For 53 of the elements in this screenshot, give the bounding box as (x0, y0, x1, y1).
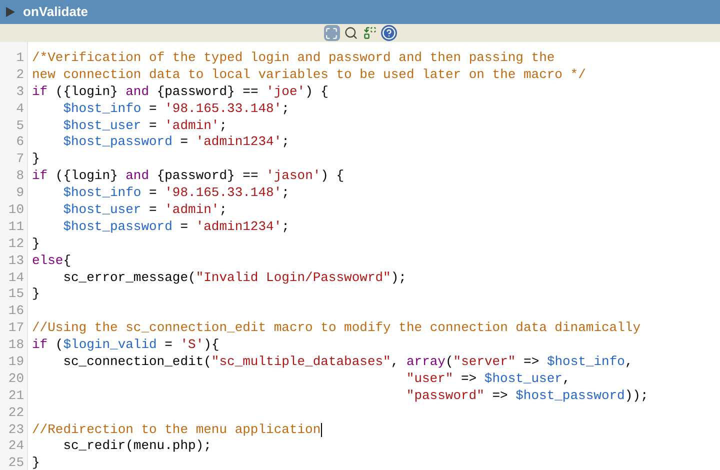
line-number: 11 (8, 218, 24, 236)
line-number: 24 (8, 438, 24, 456)
code-line: $host_user = 'admin'; (63, 118, 228, 134)
code-line: if ({login} and {password} == 'joe') { (32, 84, 328, 101)
line-number: 12 (8, 236, 24, 253)
line-number: 16 (8, 303, 24, 320)
code-line: /*Verification of the typed login and password and then passing the (32, 50, 555, 67)
code-line: new connection data to local variables to be used later on the macro */ (32, 66, 586, 84)
code-line: else{ (32, 252, 72, 270)
line-number: 15 (8, 286, 24, 304)
code-line: $host_password = 'admin1234'; (63, 218, 290, 236)
code-line: if ({login} and {password} == 'jason') { (32, 168, 344, 186)
panel-title: onValidate (23, 3, 88, 22)
search-icon[interactable] (342, 25, 358, 41)
line-number: 13 (8, 252, 24, 270)
code-line: sc_redir(menu.php); (63, 438, 212, 456)
line-number: 23 (8, 422, 24, 438)
code-line: "user" => $host_user, (406, 370, 570, 388)
line-number: 17 (8, 320, 24, 338)
code-line: $host_password = 'admin1234'; (63, 134, 290, 152)
line-number: 9 (16, 185, 24, 202)
code-line: sc_connection_edit("sc_multiple_databases", array("server" => $host_info, (63, 354, 633, 371)
expand-arrow-icon[interactable] (6, 7, 15, 17)
line-number: 6 (16, 134, 24, 152)
line-number: 8 (16, 168, 24, 186)
line-number: 25 (8, 455, 24, 470)
line-number: 21 (8, 388, 24, 405)
code-line: $host_user = 'admin'; (63, 202, 228, 219)
line-number: 20 (8, 370, 24, 388)
line-number: 7 (16, 151, 24, 168)
code-line: $host_info = '98.165.33.148'; (63, 185, 290, 202)
line-number: 18 (8, 337, 24, 354)
code-line: if ($login_valid = 'S'){ (32, 337, 220, 354)
replace-icon[interactable] (362, 25, 378, 41)
code-line: sc_error_message("Invalid Login/Passwowrd"); (63, 270, 406, 286)
code-line: //Redirection to the menu application (32, 422, 321, 438)
line-number: 14 (8, 270, 24, 286)
line-number: 4 (16, 100, 24, 118)
line-number: 2 (16, 66, 24, 84)
code-line: $host_info = '98.165.33.148'; (63, 100, 290, 118)
code-line: } (32, 455, 40, 470)
line-number: 1 (16, 50, 24, 67)
code-line: } (32, 286, 40, 304)
code-line: //Using the sc_connection_edit macro to modify the connection data dinamically (32, 320, 640, 338)
code-line: } (32, 151, 40, 168)
line-number: 3 (16, 84, 24, 101)
code-line: } (32, 236, 40, 253)
line-number: 19 (8, 354, 24, 371)
line-number: 22 (8, 404, 24, 422)
line-number: 10 (8, 202, 24, 219)
help-icon[interactable] (380, 25, 396, 41)
code-line: "password" => $host_password)); (406, 388, 648, 405)
line-number: 5 (16, 118, 24, 134)
